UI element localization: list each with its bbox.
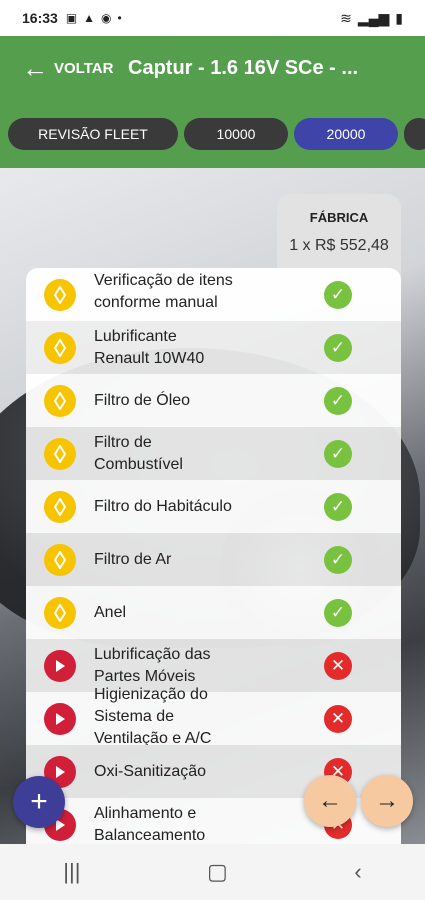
- check-icon: ✓: [324, 545, 352, 574]
- list-item: Filtro de Combustível ✓: [26, 427, 401, 480]
- item-label: Verificação de itens conforme manual: [94, 271, 233, 311]
- image-icon: ▣: [65, 11, 78, 25]
- wifi-icon: ≋: [340, 9, 352, 26]
- status-bar: 16:33 ▣ ▲ ◉ • ≋ ▂▄▆ ▮: [0, 0, 425, 36]
- home-icon[interactable]: ▢: [207, 859, 228, 885]
- renault-logo-icon: [44, 331, 76, 364]
- plus-icon: +: [30, 785, 48, 818]
- item-label: Anel: [94, 603, 127, 621]
- close-icon: ✕: [324, 704, 352, 733]
- list-item: Filtro do Habitáculo ✓: [26, 480, 401, 533]
- app-bar: ← VOLTAR Captur - 1.6 16V SCe - ...: [0, 36, 425, 100]
- location-icon: ◉: [101, 11, 112, 25]
- tab-revisao-fleet[interactable]: REVISÃO FLEET: [8, 118, 178, 150]
- check-icon: ✓: [324, 386, 352, 415]
- list-item: Higienização do Sistema de Ventilação e …: [26, 686, 401, 747]
- previous-button[interactable]: ←: [304, 775, 356, 827]
- list-item: Lubrificante Renault 10W40 ✓: [26, 321, 401, 374]
- back-button[interactable]: ← VOLTAR: [0, 55, 128, 81]
- list-item: Filtro de Ar ✓: [26, 533, 401, 586]
- renault-logo-icon: [44, 543, 76, 576]
- item-label: Filtro de Ar: [94, 550, 172, 568]
- item-label: Alinhamento e Balanceamento: [94, 804, 206, 844]
- arrow-left-icon: ←: [22, 53, 48, 83]
- add-button[interactable]: +: [13, 776, 65, 828]
- list-item: Filtro de Óleo ✓: [26, 374, 401, 427]
- system-nav-bar: ||| ▢ ‹: [0, 844, 425, 900]
- revision-tabs: REVISÃO FLEET 10000 20000: [0, 100, 425, 168]
- battery-icon: ▮: [395, 9, 403, 26]
- service-items-list: Verificação de itens conforme manual ✓ L…: [26, 268, 401, 844]
- fabrica-label: FÁBRICA: [309, 210, 369, 225]
- play-icon[interactable]: [44, 649, 76, 682]
- list-item: Verificação de itens conforme manual ✓: [26, 268, 401, 321]
- item-label: Filtro de Combustível: [94, 433, 183, 473]
- check-icon: ✓: [324, 280, 352, 309]
- arrow-left-icon: ←: [318, 787, 342, 814]
- item-label: Filtro do Habitáculo: [94, 497, 232, 515]
- renault-logo-icon: [44, 490, 76, 523]
- item-label: Oxi-Sanitização: [94, 762, 207, 780]
- item-label: Higienização do Sistema de Ventilação e …: [94, 685, 212, 747]
- fabrica-price: 1 x R$ 552,48: [289, 237, 389, 254]
- check-icon: ✓: [324, 598, 352, 627]
- tab-20000[interactable]: 20000: [294, 118, 398, 150]
- check-icon: ✓: [324, 439, 352, 468]
- next-button[interactable]: →: [361, 775, 413, 827]
- tab-10000[interactable]: 10000: [184, 118, 288, 150]
- arrow-right-icon: →: [375, 787, 399, 814]
- item-label: Filtro de Óleo: [94, 391, 191, 409]
- list-item: Anel ✓: [26, 586, 401, 639]
- item-label: Lubrificante Renault 10W40: [94, 327, 205, 367]
- page-title: Captur - 1.6 16V SCe - ...: [128, 56, 359, 79]
- back-nav-icon[interactable]: ‹: [354, 859, 361, 885]
- close-icon: ✕: [324, 651, 352, 680]
- renault-logo-icon: [44, 384, 76, 417]
- warning-icon: ▲: [83, 11, 96, 25]
- play-icon[interactable]: [44, 702, 76, 735]
- check-icon: ✓: [324, 333, 352, 362]
- signal-icon: ▂▄▆: [357, 9, 390, 26]
- check-icon: ✓: [324, 492, 352, 521]
- tab-next[interactable]: [404, 118, 425, 150]
- renault-logo-icon: [44, 437, 76, 470]
- back-label: VOLTAR: [54, 59, 114, 77]
- status-time: 16:33: [22, 10, 58, 26]
- recents-icon[interactable]: |||: [63, 859, 80, 885]
- item-label: Lubrificação das Partes Móveis: [94, 645, 211, 685]
- renault-logo-icon: [44, 596, 76, 629]
- dot-icon: •: [117, 11, 122, 25]
- renault-logo-icon: [44, 278, 76, 311]
